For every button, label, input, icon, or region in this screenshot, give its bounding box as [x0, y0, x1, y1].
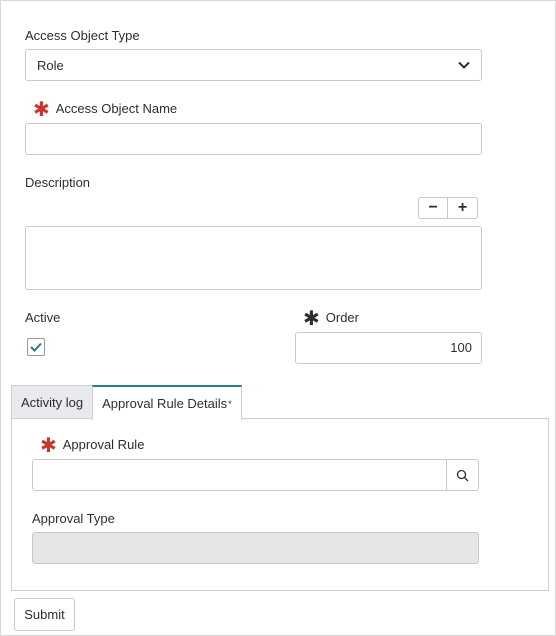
order-label: ✱ Order [303, 308, 359, 330]
access-object-name-label: ✱ Access Object Name [33, 99, 178, 121]
chevron-down-icon [458, 61, 470, 69]
minus-icon: − [428, 199, 438, 216]
approval-rule-label: ✱ Approval Rule [40, 435, 145, 457]
order-label-text: Order [325, 310, 359, 325]
description-label: Description [25, 175, 91, 190]
required-indicator-icon: ✱ [303, 308, 320, 330]
active-checkbox[interactable] [27, 338, 45, 356]
approval-rule-lookup-button[interactable] [446, 460, 478, 490]
tab-label: Approval Rule Details [102, 396, 228, 411]
form-container: Access Object Type Role ✱ Access Object N… [0, 0, 556, 636]
description-resize-controls: − + [418, 197, 478, 219]
shrink-textarea-button[interactable]: − [418, 197, 448, 219]
tab-label: Activity log [21, 395, 84, 410]
access-object-name-label-text: Access Object Name [55, 101, 178, 116]
modified-indicator: * [228, 398, 232, 409]
tab-approval-rule-details[interactable]: Approval Rule Details * [92, 385, 242, 420]
expand-textarea-button[interactable]: + [448, 197, 478, 219]
access-object-type-value: Role [37, 57, 64, 73]
access-object-name-input[interactable] [25, 123, 482, 155]
plus-icon: + [457, 199, 468, 216]
description-textarea[interactable] [25, 226, 482, 290]
search-icon [456, 469, 469, 481]
check-icon [30, 342, 42, 352]
required-indicator-icon: ✱ [33, 99, 50, 121]
tab-activity-log[interactable]: Activity log [11, 385, 94, 419]
submit-button[interactable]: Submit [14, 598, 75, 631]
approval-rule-details-panel: ✱ Approval Rule Approval Type [11, 418, 549, 591]
active-label: Active [25, 310, 61, 325]
approval-rule-input[interactable] [32, 459, 479, 491]
tab-bar: Activity log Approval Rule Details * [11, 385, 242, 420]
access-object-type-label: Access Object Type [25, 28, 140, 43]
approval-rule-label-text: Approval Rule [62, 437, 145, 452]
approval-type-field [32, 532, 479, 564]
order-input[interactable]: 100 [295, 332, 482, 364]
required-indicator-icon: ✱ [40, 435, 57, 457]
access-object-type-select[interactable]: Role [25, 49, 482, 81]
approval-type-label: Approval Type [32, 511, 115, 526]
